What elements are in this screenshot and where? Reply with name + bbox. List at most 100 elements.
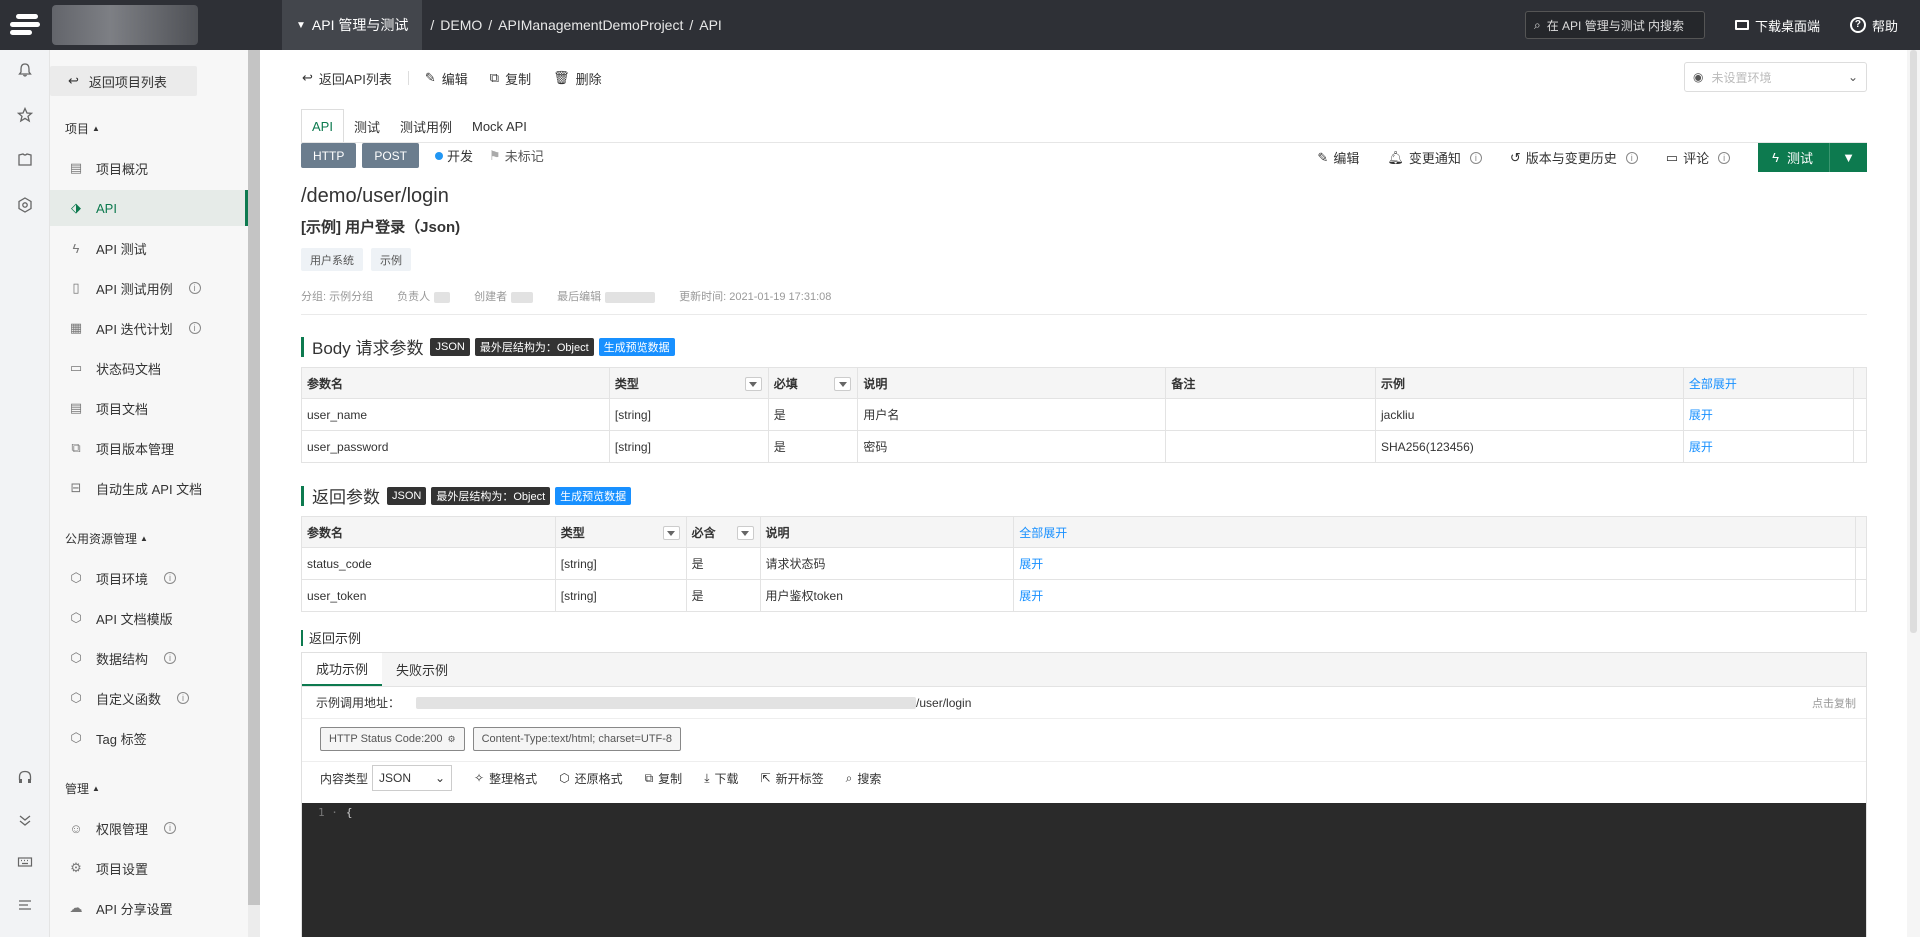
expand-all-link[interactable]: 全部展开 bbox=[1013, 516, 1856, 548]
sidebar-scrollbar[interactable] bbox=[248, 50, 260, 937]
bell-icon[interactable] bbox=[15, 60, 35, 80]
sidebar-item-project-docs[interactable]: ▤ 项目文档 bbox=[50, 390, 248, 426]
tab-success-example[interactable]: 成功示例 bbox=[302, 653, 383, 686]
test-button-group: ϟ 测试 ▼ bbox=[1758, 143, 1867, 172]
tab-test[interactable]: 测试 bbox=[344, 109, 390, 143]
headset-icon[interactable] bbox=[15, 767, 35, 787]
flag-indicator[interactable]: ⚑ 未标记 bbox=[489, 146, 544, 165]
external-link-icon: ⇱ bbox=[760, 771, 771, 785]
comment-icon: ▭ bbox=[1665, 149, 1679, 165]
code-toolbar: 内容类型 JSON ⌄ ✧ 整理格式 ⬡ 还原格式 ⧉ 复制 ⤓ 下载 ⇱ 新开标签 ⌕ 搜… bbox=[320, 765, 881, 791]
generate-preview-button[interactable]: 生成预览数据 bbox=[555, 486, 632, 505]
global-search-input[interactable]: ⌕ 在 API 管理与测试 内搜索 bbox=[1524, 11, 1705, 39]
sidebar-item-doc-templates[interactable]: ⬡ API 文档模版 bbox=[50, 600, 248, 636]
history-action[interactable]: ↺ 版本与变更历史 i bbox=[1510, 148, 1638, 167]
json-label: JSON bbox=[430, 337, 470, 356]
tab-failure-example[interactable]: 失败示例 bbox=[382, 653, 462, 686]
tag-chip[interactable]: 示例 bbox=[371, 248, 411, 271]
code-editor[interactable]: 1 ·{ bbox=[302, 803, 1866, 937]
pencil-icon: ✎ bbox=[424, 70, 436, 85]
sidebar-item-permissions[interactable]: ☺ 权限管理 i bbox=[50, 810, 248, 846]
star-icon[interactable] bbox=[15, 105, 35, 125]
info-icon: i bbox=[1469, 151, 1482, 164]
tab-test-cases[interactable]: 测试用例 bbox=[390, 109, 462, 143]
dashboard-icon: ▤ bbox=[69, 160, 83, 175]
sidebar-item-api-test[interactable]: ϟ API 测试 bbox=[50, 230, 248, 266]
sidebar-item-versions[interactable]: ⧉ 项目版本管理 bbox=[50, 430, 248, 466]
example-tabs: 成功示例 失败示例 bbox=[302, 653, 1866, 687]
tab-api[interactable]: API bbox=[301, 109, 344, 143]
copy-button[interactable]: ⧉ 复制 bbox=[490, 69, 531, 88]
test-dropdown-button[interactable]: ▼ bbox=[1829, 143, 1867, 172]
api-badges: HTTP POST 开发 ⚑ 未标记 bbox=[301, 143, 544, 168]
copy-url-link[interactable]: 点击复制 bbox=[1812, 695, 1856, 711]
workspace-menu-button[interactable]: ▼ API 管理与测试 bbox=[282, 0, 423, 50]
sidebar-item-tags[interactable]: ⬡ Tag 标签 bbox=[50, 720, 248, 756]
chevron-down-icon: ▼ bbox=[296, 19, 306, 31]
help-link[interactable]: ? 帮助 bbox=[1849, 16, 1898, 35]
list-doc-icon: ▤ bbox=[69, 400, 83, 415]
comment-action[interactable]: ▭ 评论 i bbox=[1665, 148, 1731, 167]
test-button[interactable]: ϟ 测试 bbox=[1758, 143, 1829, 172]
edit-action[interactable]: ✎ 编辑 bbox=[1317, 148, 1359, 167]
sidebar-item-environments[interactable]: ⬡ 项目环境 i bbox=[50, 560, 248, 596]
filter-icon[interactable] bbox=[662, 526, 680, 540]
tag-chip[interactable]: 用户系统 bbox=[301, 248, 363, 271]
back-to-projects-button[interactable]: ↩ 返回项目列表 bbox=[50, 66, 197, 96]
expand-all-link[interactable]: 全部展开 bbox=[1683, 367, 1854, 399]
copy-code-button[interactable]: ⧉ 复制 bbox=[645, 770, 683, 787]
keyboard-icon[interactable] bbox=[15, 852, 35, 872]
return-icon: ↩ bbox=[68, 73, 79, 88]
tab-mock-api[interactable]: Mock API bbox=[462, 109, 537, 143]
expand-link[interactable]: 展开 bbox=[1013, 579, 1856, 612]
delete-button[interactable]: 🗑 删除 bbox=[553, 69, 602, 88]
edit-button[interactable]: ✎ 编辑 bbox=[425, 69, 468, 88]
shirt-icon[interactable] bbox=[15, 150, 35, 170]
environment-select[interactable]: ◉ 未设置环境 ⌄ bbox=[1684, 62, 1867, 92]
sidebar-item-auto-docs[interactable]: ⊟ 自动生成 API 文档 bbox=[50, 470, 248, 506]
search-code-button[interactable]: ⌕ 搜索 bbox=[846, 770, 882, 787]
section-public-toggle[interactable]: 公用资源管理 ▲ bbox=[65, 530, 148, 547]
sidebar-scrollbar-thumb[interactable] bbox=[248, 50, 260, 905]
collapse-down-icon[interactable] bbox=[15, 810, 35, 830]
filter-icon[interactable] bbox=[736, 526, 754, 540]
sidebar-item-custom-functions[interactable]: ⬡ 自定义函数 i bbox=[50, 680, 248, 716]
sidebar-item-overview[interactable]: ▤ 项目概况 bbox=[50, 150, 248, 186]
breadcrumb-api[interactable]: API bbox=[699, 17, 722, 33]
sidebar-item-api[interactable]: ⬗ API bbox=[50, 190, 248, 226]
open-new-tab-button[interactable]: ⇱ 新开标签 bbox=[761, 770, 824, 787]
expand-link[interactable]: 展开 bbox=[1683, 430, 1854, 463]
main-scrollbar-thumb[interactable] bbox=[1910, 50, 1917, 633]
expand-link[interactable]: 展开 bbox=[1683, 398, 1854, 431]
settings-icon[interactable] bbox=[15, 195, 35, 215]
download-button[interactable]: ⤓ 下载 bbox=[704, 770, 738, 787]
expand-link[interactable]: 展开 bbox=[1013, 547, 1856, 580]
breadcrumb-project[interactable]: APIManagementDemoProject bbox=[498, 17, 683, 33]
main-content: ↩ 返回API列表 ✎ 编辑 ⧉ 复制 🗑 删除 ◉ 未设置环境 ⌄ API 测试 测试… bbox=[260, 50, 1907, 937]
monitor-icon bbox=[1734, 20, 1749, 30]
sidebar-item-test-cases[interactable]: ▯ API 测试用例 i bbox=[50, 270, 248, 306]
sidebar-item-share-settings[interactable]: ☁ API 分享设置 bbox=[50, 890, 248, 926]
format-button[interactable]: ✧ 整理格式 bbox=[474, 770, 537, 787]
menu-icon[interactable] bbox=[15, 895, 35, 915]
method-badge: POST bbox=[362, 143, 420, 168]
restore-format-button[interactable]: ⬡ 还原格式 bbox=[559, 770, 623, 787]
section-manage-toggle[interactable]: 管理 ▲ bbox=[65, 780, 100, 797]
breadcrumb-demo[interactable]: DEMO bbox=[440, 17, 482, 33]
sidebar-item-data-structures[interactable]: ⬡ 数据结构 i bbox=[50, 640, 248, 676]
app-logo[interactable] bbox=[0, 0, 50, 50]
download-desktop-link[interactable]: 下载桌面端 bbox=[1734, 16, 1820, 35]
status-indicator[interactable]: 开发 bbox=[435, 146, 473, 165]
back-to-api-list-button[interactable]: ↩ 返回API列表 bbox=[302, 69, 392, 88]
content-type-select[interactable]: JSON ⌄ bbox=[372, 765, 453, 791]
filter-icon[interactable] bbox=[744, 377, 762, 391]
sidebar-item-status-codes[interactable]: ▭ 状态码文档 bbox=[50, 350, 248, 386]
change-notify-action[interactable]: 🔔︎ 变更通知 i bbox=[1387, 148, 1482, 167]
flag-icon: ⚑ bbox=[489, 147, 501, 163]
main-scrollbar[interactable] bbox=[1907, 50, 1920, 937]
sidebar-item-iteration-plan[interactable]: ▦ API 迭代计划 i bbox=[50, 310, 248, 346]
section-project-toggle[interactable]: 项目 ▲ bbox=[65, 120, 100, 137]
sidebar-item-project-settings[interactable]: ⚙ 项目设置 bbox=[50, 850, 248, 886]
generate-preview-button[interactable]: 生成预览数据 bbox=[598, 337, 675, 356]
filter-icon[interactable] bbox=[834, 377, 852, 391]
